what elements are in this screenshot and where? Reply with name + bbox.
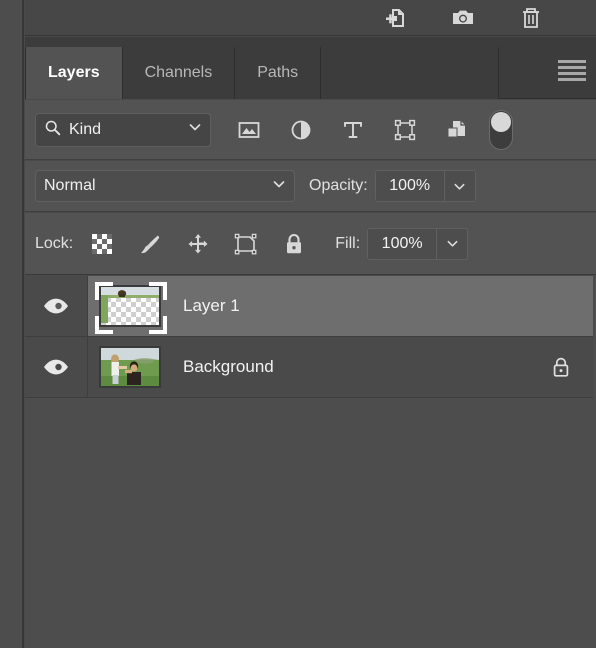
lock-image-pixels-icon[interactable] xyxy=(137,231,163,257)
table-row[interactable]: Layer 1 xyxy=(25,276,596,337)
panel-left-gutter xyxy=(0,0,24,648)
panel-tab-bar: Layers Channels Paths xyxy=(25,37,596,99)
layer-thumbnail-wrapper[interactable] xyxy=(95,343,165,391)
fill-dropdown-button[interactable] xyxy=(436,228,468,259)
lock-all-icon[interactable] xyxy=(281,231,307,257)
lock-row: Lock: Fill: 100% xyxy=(25,213,596,275)
chevron-down-icon xyxy=(272,177,286,196)
pixel-layer-filter-icon[interactable] xyxy=(235,116,263,144)
tab-paths-label: Paths xyxy=(257,64,299,81)
tab-channels[interactable]: Channels xyxy=(122,47,236,99)
fill-value[interactable]: 100% xyxy=(368,228,437,259)
layer-name[interactable]: Layer 1 xyxy=(183,296,596,316)
shape-layer-filter-icon[interactable] xyxy=(391,116,419,144)
layer-filter-row: Kind xyxy=(25,100,596,160)
opacity-dropdown-button[interactable] xyxy=(443,171,475,201)
search-icon xyxy=(44,119,61,141)
layer-thumbnail xyxy=(99,285,161,327)
tab-channels-label: Channels xyxy=(144,64,213,81)
layer-locked-icon xyxy=(548,354,574,380)
blend-mode-dropdown[interactable]: Normal xyxy=(35,170,295,202)
lock-position-icon[interactable] xyxy=(185,231,211,257)
eye-icon xyxy=(44,298,68,314)
chevron-down-icon xyxy=(188,120,202,139)
layer-thumbnail xyxy=(99,346,161,388)
filter-kind-dropdown[interactable]: Kind xyxy=(35,112,211,147)
layer-thumbnail-wrapper[interactable] xyxy=(95,282,167,334)
filter-toggle-switch[interactable] xyxy=(489,109,513,150)
fill-field[interactable]: 100% xyxy=(367,227,469,260)
opacity-field[interactable]: 100% xyxy=(374,170,476,202)
blend-mode-value: Normal xyxy=(44,177,96,194)
layer-visibility-toggle[interactable] xyxy=(25,337,88,397)
blend-mode-row: Normal Opacity: 100% xyxy=(25,161,596,212)
layer-name[interactable]: Background xyxy=(183,357,548,377)
filter-kind-label: Kind xyxy=(69,120,102,138)
layer-list-empty-area xyxy=(25,398,596,648)
tab-layers[interactable]: Layers xyxy=(25,47,123,99)
table-row[interactable]: Background xyxy=(25,337,596,398)
trash-icon[interactable] xyxy=(518,5,544,31)
lock-transparent-pixels-icon[interactable] xyxy=(89,231,115,257)
new-document-icon[interactable] xyxy=(382,5,408,31)
adjustment-layer-filter-icon[interactable] xyxy=(287,116,315,144)
filter-toggle-knob xyxy=(491,111,511,132)
smart-object-filter-icon[interactable] xyxy=(443,116,471,144)
opacity-label: Opacity: xyxy=(309,177,368,194)
tab-paths[interactable]: Paths xyxy=(235,47,322,99)
fill-label: Fill: xyxy=(335,234,361,252)
photoshop-layers-panel: Layers Channels Paths Kind Normal Opacit… xyxy=(0,0,596,648)
type-layer-filter-icon[interactable] xyxy=(339,116,367,144)
layer-list: Layer 1 Background xyxy=(25,276,596,648)
history-toolbar xyxy=(25,0,596,36)
panel-menu-icon[interactable] xyxy=(558,59,586,81)
camera-icon[interactable] xyxy=(450,5,476,31)
layer-visibility-toggle[interactable] xyxy=(25,276,88,336)
opacity-value[interactable]: 100% xyxy=(375,171,444,201)
tab-layers-label: Layers xyxy=(48,64,100,81)
lock-artboard-nesting-icon[interactable] xyxy=(233,231,259,257)
lock-label: Lock: xyxy=(35,234,74,252)
eye-icon xyxy=(44,359,68,375)
tab-bar-spacer xyxy=(321,47,500,99)
panel-gutter-divider xyxy=(22,0,23,648)
